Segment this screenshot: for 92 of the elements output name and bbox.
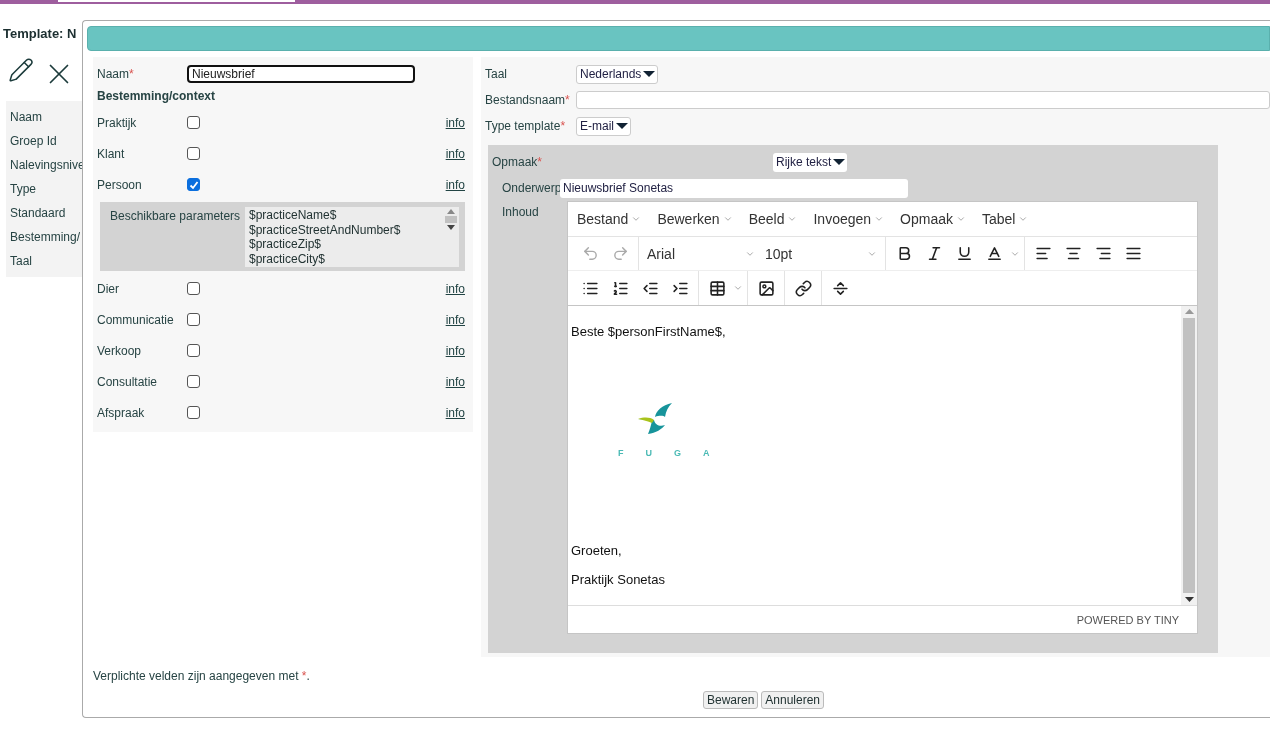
field-label: Bestemming/ <box>9 229 82 246</box>
field-label: Inhoud <box>501 204 540 221</box>
dialog-button[interactable]: Bewaren <box>702 691 759 709</box>
branding-text: POWERED BY TINY <box>1076 613 1179 626</box>
body-text: Groeten, <box>571 543 623 558</box>
field-label: Communicatie <box>97 312 175 327</box>
field-label: Bestandsnaam* <box>485 93 571 107</box>
scroll-thumb[interactable] <box>445 216 457 223</box>
field-label: Persoon <box>97 177 143 192</box>
align-right-icon[interactable] <box>1094 245 1112 262</box>
checkbox[interactable] <box>187 147 200 160</box>
info-link[interactable]: info <box>445 281 465 296</box>
font-dropdown[interactable]: Arial <box>643 245 759 262</box>
menu-item[interactable]: Invoegen <box>813 211 885 227</box>
edit-icon[interactable] <box>8 57 34 83</box>
text-field[interactable] <box>576 91 1270 109</box>
select-field[interactable]: E-mail <box>576 116 631 136</box>
field-label: Praktijk <box>97 115 138 130</box>
underline-icon[interactable] <box>955 245 973 262</box>
field-label: Taal <box>9 253 33 270</box>
checkbox[interactable] <box>187 406 200 419</box>
caret-icon <box>833 159 846 165</box>
logo-text: FUGA <box>618 448 733 458</box>
table-icon[interactable] <box>708 279 726 297</box>
subject-field[interactable]: Nieuwsbrief Sonetas <box>560 178 908 198</box>
field-label: Nalevingsnive <box>9 157 82 174</box>
field-label: Klant <box>97 146 126 161</box>
field-label: Taal <box>485 67 508 81</box>
page-title: Template: N <box>2 25 78 41</box>
info-link[interactable]: info <box>445 177 465 192</box>
info-link[interactable]: info <box>445 374 465 389</box>
checkbox[interactable] <box>187 344 200 357</box>
field-label: Groep Id <box>9 133 58 150</box>
field-label: Standaard <box>9 205 67 222</box>
name-field[interactable]: Nieuwsbrief <box>187 65 415 83</box>
align-justify-icon[interactable] <box>1124 245 1142 262</box>
caret-icon <box>874 214 885 224</box>
text-color-icon[interactable] <box>985 245 1003 262</box>
logo-icon <box>638 403 674 435</box>
scroll-down-icon[interactable] <box>447 225 455 230</box>
select-field[interactable]: Rijke tekst <box>773 152 848 172</box>
field-label: Consultatie <box>97 374 159 389</box>
info-link[interactable]: info <box>445 405 465 420</box>
select-field[interactable]: Nederlands <box>576 64 659 84</box>
field-label: Beschikbare parameters <box>110 208 242 225</box>
caret-icon <box>722 214 733 224</box>
field-label: Type <box>9 181 37 198</box>
caret-icon <box>616 123 628 129</box>
info-link[interactable]: info <box>445 146 465 161</box>
caret-icon <box>956 214 966 224</box>
field-label: Afspraak <box>97 405 146 420</box>
scroll-up-icon[interactable] <box>447 209 455 214</box>
size-dropdown[interactable]: 10pt <box>761 245 881 262</box>
image-icon[interactable] <box>757 279 775 297</box>
scrollbar[interactable] <box>1181 306 1197 605</box>
menu-item[interactable]: Tabel <box>982 211 1029 227</box>
menu-item[interactable]: Opmaak <box>900 211 966 227</box>
caret-icon <box>1018 214 1029 224</box>
caret-icon <box>733 283 743 293</box>
caret-icon <box>787 214 798 224</box>
menu-item[interactable]: Bestand <box>577 211 642 227</box>
checkbox[interactable] <box>187 178 200 191</box>
required-note: Verplichte velden zijn aangegeven met *. <box>93 669 310 683</box>
parameters-field[interactable]: $practiceName$ $practiceStreetAndNumber$ $practiceZip$ $practiceCity$ <box>245 207 459 267</box>
field-label: Naam* <box>97 67 135 81</box>
menu-item[interactable]: Bewerken <box>657 211 733 227</box>
info-link[interactable]: info <box>445 343 465 358</box>
caret-icon <box>643 71 656 77</box>
field-label: Naam <box>9 109 43 126</box>
link-icon[interactable] <box>794 279 812 297</box>
checkbox[interactable] <box>187 116 200 129</box>
page-break-icon[interactable] <box>831 279 849 297</box>
scroll-down-icon[interactable] <box>1184 597 1194 602</box>
field-label: Verkoop <box>97 343 143 358</box>
checkbox[interactable] <box>187 313 200 326</box>
checkbox[interactable] <box>187 282 200 295</box>
menu-item[interactable]: Beeld <box>748 211 798 227</box>
caret-icon <box>631 214 642 224</box>
dialog-button[interactable]: Annuleren <box>761 691 825 709</box>
body-text: Beste $personFirstName$, <box>571 324 727 339</box>
info-link[interactable]: info <box>445 312 465 327</box>
info-link[interactable]: info <box>445 115 465 130</box>
field-label: Type template* <box>485 119 567 133</box>
numbered-list-icon[interactable] <box>611 279 629 297</box>
body-text: Praktijk Sonetas <box>571 572 666 587</box>
checkbox[interactable] <box>187 375 200 388</box>
section-title: Bestemming/context <box>97 88 217 105</box>
align-center-icon[interactable] <box>1064 245 1082 262</box>
align-left-icon[interactable] <box>1034 245 1052 262</box>
field-label: Dier <box>97 281 120 296</box>
field-label: Opmaak* <box>492 155 544 169</box>
field-label: Onderwerp <box>501 181 560 195</box>
